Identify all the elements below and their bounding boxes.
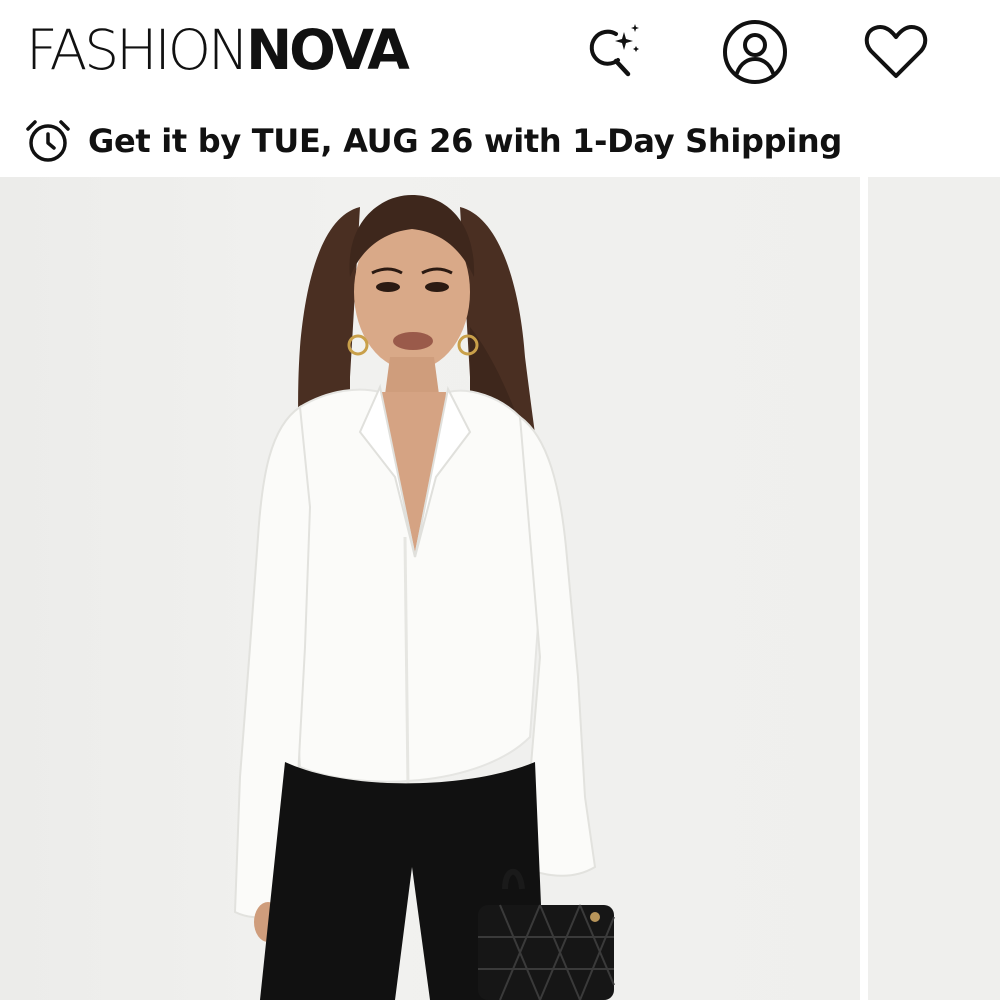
wishlist-button[interactable]: [860, 16, 932, 88]
shipping-banner: Get it by TUE, AUG 26 with 1-Day Shippin…: [0, 105, 1000, 177]
product-image-main[interactable]: [0, 177, 860, 1000]
ai-search-sparkle-icon: [589, 24, 639, 77]
search-button[interactable]: [576, 16, 648, 88]
user-account-icon: [723, 20, 787, 84]
shipping-message: Get it by TUE, AUG 26 with 1-Day Shippin…: [88, 122, 842, 160]
alarm-clock-icon: [22, 115, 74, 167]
product-photo: [233, 195, 615, 1000]
account-button[interactable]: [719, 16, 791, 88]
product-image-gallery[interactable]: [0, 177, 1000, 1000]
shipping-suffix: with 1-Day Shipping: [473, 122, 842, 160]
shipping-date: TUE, AUG 26: [251, 122, 474, 160]
logo-text-light: FASHION: [26, 17, 249, 82]
site-header: FASHION NOVA: [0, 0, 1000, 105]
product-image-next[interactable]: [868, 177, 1000, 1000]
logo-text-bold: NOVA: [246, 17, 410, 82]
fashion-nova-logo[interactable]: FASHION NOVA: [26, 17, 410, 82]
heart-icon: [864, 25, 928, 78]
shipping-prefix: Get it by: [88, 122, 252, 160]
